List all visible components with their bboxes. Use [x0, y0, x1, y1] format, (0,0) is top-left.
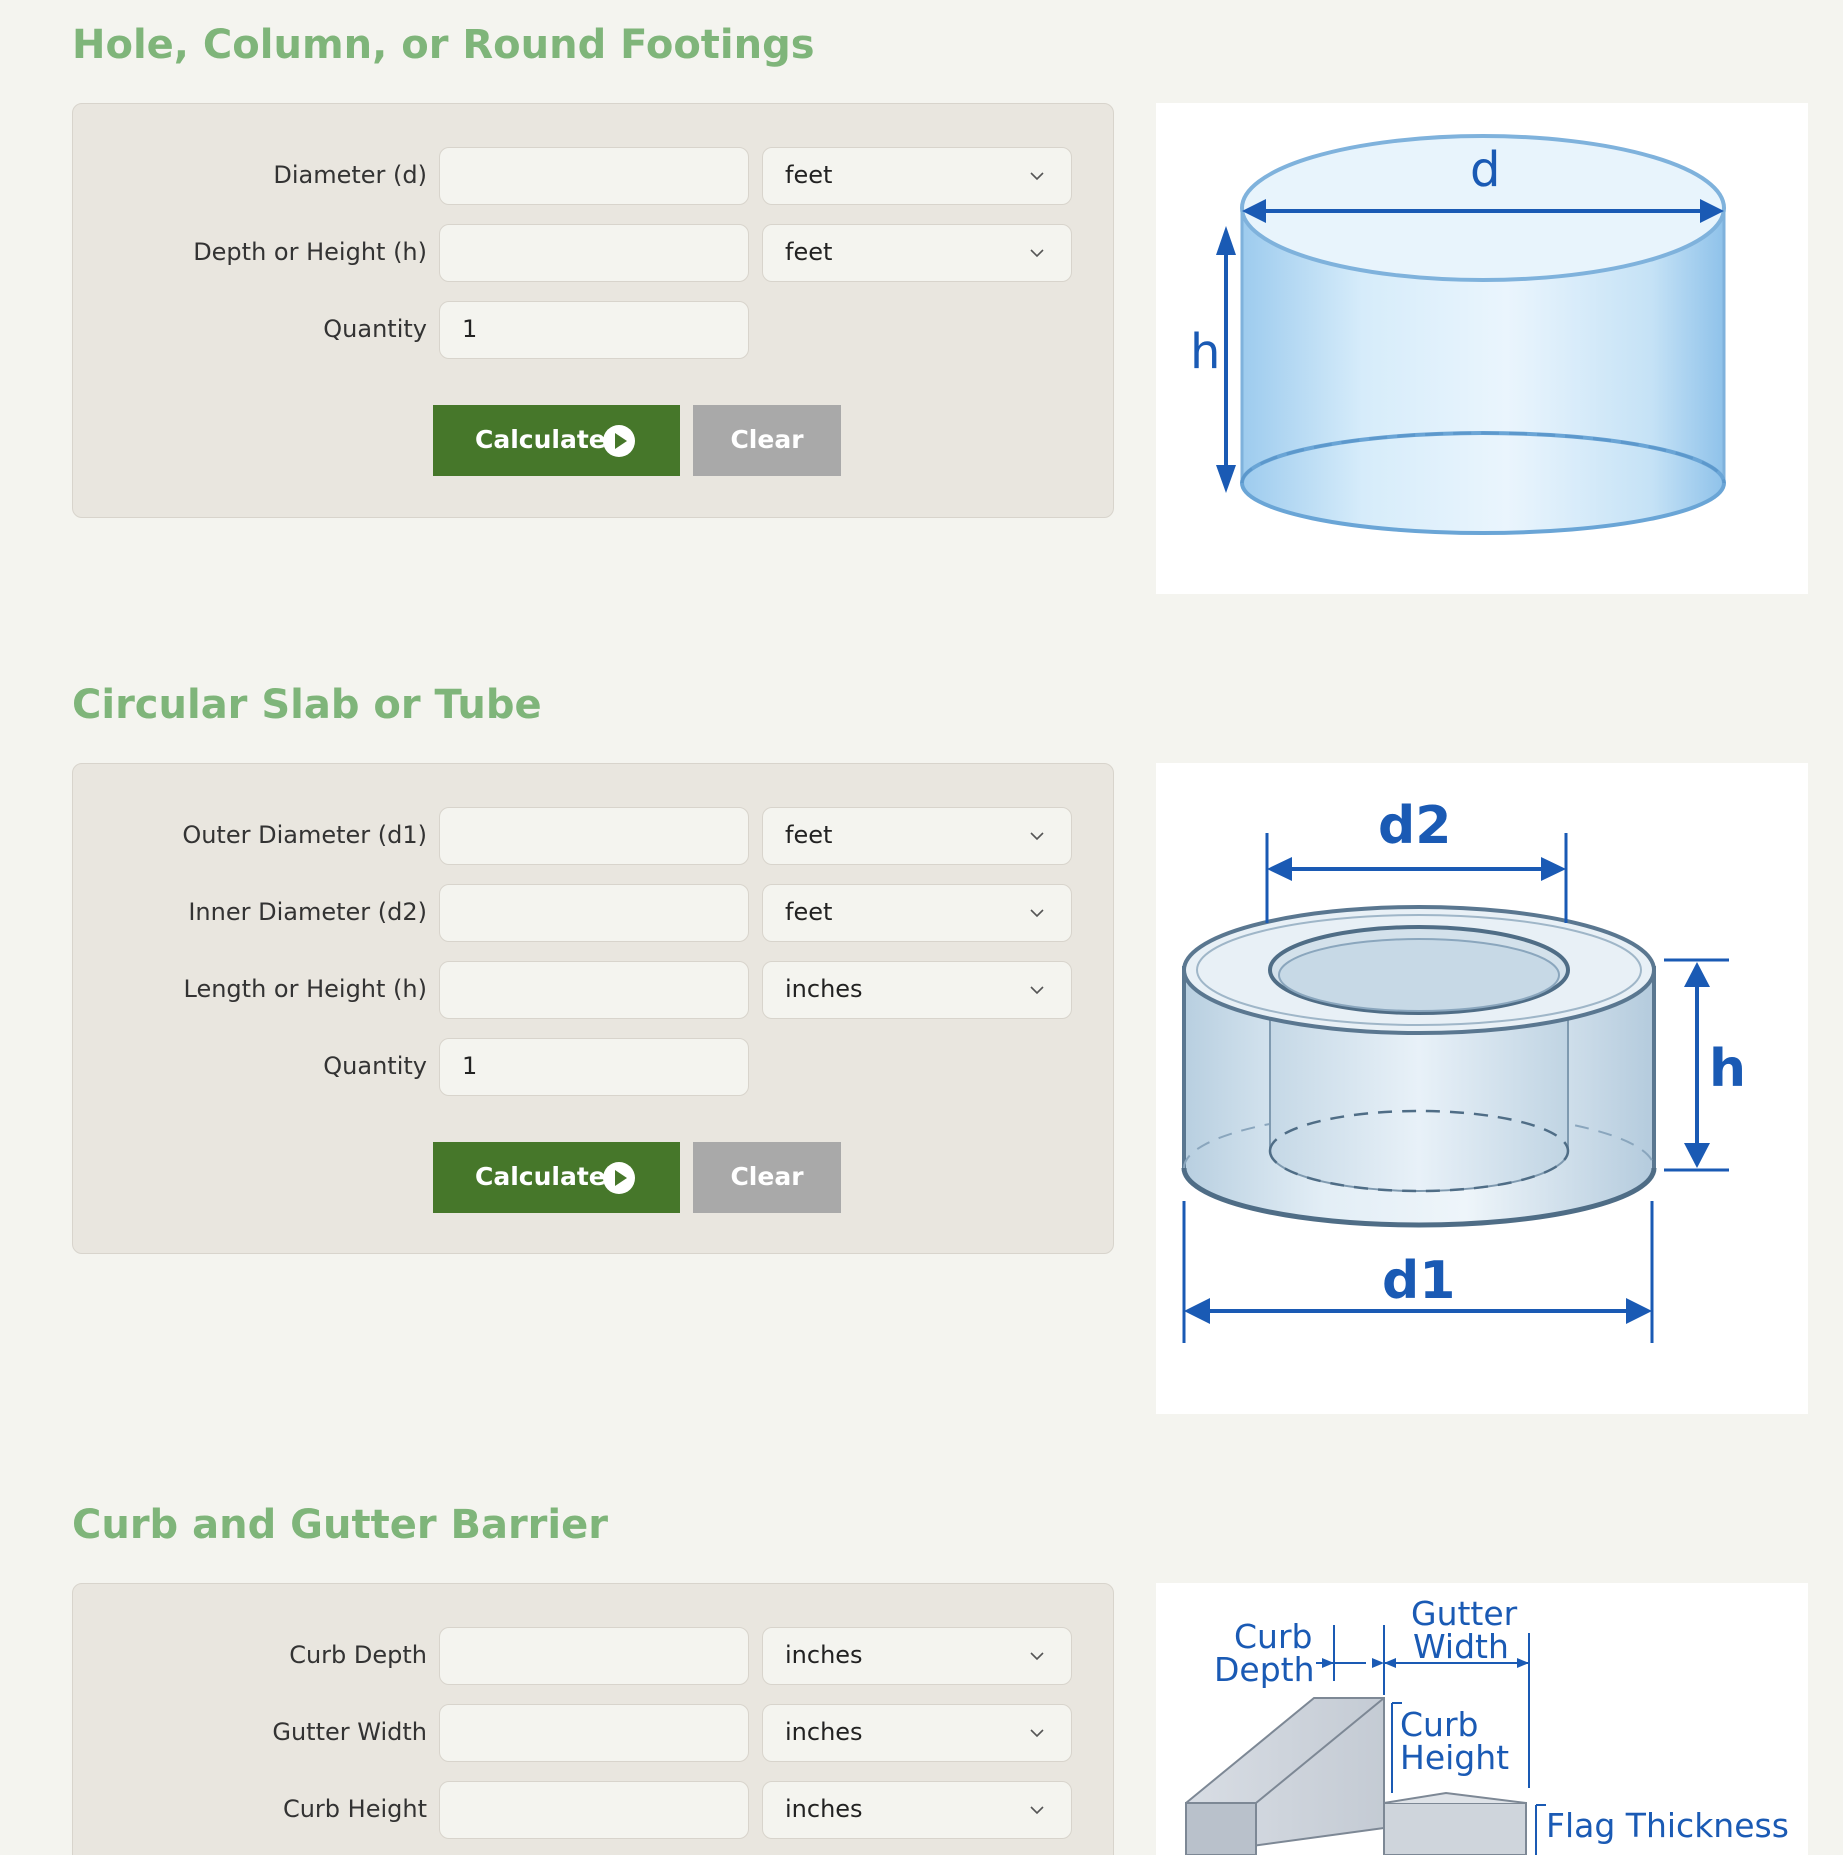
inner-diameter-row: Inner Diameter (d2) feet [73, 884, 1113, 942]
section-title-curb-gutter: Curb and Gutter Barrier [72, 1502, 608, 1548]
curb-gutter-diagram: Curb Depth Gutter Width Curb Height Flag… [1156, 1583, 1808, 1855]
curb-depth-input[interactable] [439, 1627, 749, 1685]
gutter-width-unit-value: inches [785, 1718, 863, 1746]
depth-unit-select[interactable]: feet [762, 224, 1072, 282]
curb-depth-label: Curb Depth [289, 1641, 427, 1669]
clear-button[interactable]: Clear [693, 405, 841, 476]
curb-depth-unit-select[interactable]: inches [762, 1627, 1072, 1685]
depth-label: Depth or Height (h) [193, 238, 427, 266]
curb-height-unit-value: inches [785, 1795, 863, 1823]
depth-row: Depth or Height (h) feet [73, 224, 1113, 282]
slab-quantity-input[interactable]: 1 [439, 1038, 749, 1096]
curb-height-unit-select[interactable]: inches [762, 1781, 1072, 1839]
curb-height-input[interactable] [439, 1781, 749, 1839]
inner-diameter-input[interactable] [439, 884, 749, 942]
diagram-label-gutter-width-2: Width [1413, 1627, 1509, 1666]
round-footings-form: Diameter (d) feet Depth or Height (h) fe… [72, 103, 1114, 518]
inner-diameter-label: Inner Diameter (d2) [188, 898, 427, 926]
quantity-row: Quantity 1 [73, 301, 1113, 359]
depth-unit-value: feet [785, 238, 833, 266]
gutter-width-row: Gutter Width inches [73, 1704, 1113, 1762]
outer-diameter-label: Outer Diameter (d1) [182, 821, 427, 849]
diagram-label-d: d [1470, 142, 1500, 198]
outer-diameter-input[interactable] [439, 807, 749, 865]
length-unit-value: inches [785, 975, 863, 1003]
diagram-label-flag-thickness: Flag Thickness [1546, 1806, 1789, 1845]
diagram-label-curb-height-2: Height [1400, 1738, 1509, 1777]
diameter-unit-select[interactable]: feet [762, 147, 1072, 205]
calculate-button-label: Calculate [475, 1162, 606, 1191]
clear-button[interactable]: Clear [693, 1142, 841, 1213]
chevron-down-icon [1030, 1806, 1044, 1815]
slab-quantity-label: Quantity [323, 1052, 427, 1080]
diagram-label-curb-depth-2: Depth [1214, 1650, 1315, 1689]
gutter-width-input[interactable] [439, 1704, 749, 1762]
diagram-label-d1: d1 [1382, 1251, 1455, 1311]
curb-gutter-form: Curb Depth inches Gutter Width inches Cu… [72, 1583, 1114, 1855]
length-label: Length or Height (h) [183, 975, 428, 1003]
cylinder-diagram: d h [1156, 103, 1808, 594]
tube-diagram: d2 h d1 [1156, 763, 1808, 1414]
diagram-label-h: h [1190, 324, 1220, 380]
play-icon [603, 425, 635, 457]
chevron-down-icon [1030, 1652, 1044, 1661]
outer-diameter-unit-select[interactable]: feet [762, 807, 1072, 865]
diagram-label-h: h [1709, 1039, 1746, 1099]
length-row: Length or Height (h) inches [73, 961, 1113, 1019]
outer-diameter-row: Outer Diameter (d1) feet [73, 807, 1113, 865]
calculate-button[interactable]: Calculate [433, 1142, 680, 1213]
gutter-width-unit-select[interactable]: inches [762, 1704, 1072, 1762]
calculate-button[interactable]: Calculate [433, 405, 680, 476]
diameter-unit-value: feet [785, 161, 833, 189]
section-title-round-footings: Hole, Column, or Round Footings [72, 22, 815, 68]
slab-quantity-row: Quantity 1 [73, 1038, 1113, 1096]
diameter-label: Diameter (d) [273, 161, 427, 189]
diagram-label-d2: d2 [1378, 796, 1451, 856]
gutter-width-label: Gutter Width [272, 1718, 427, 1746]
quantity-label: Quantity [323, 315, 427, 343]
chevron-down-icon [1030, 249, 1044, 258]
curb-height-row: Curb Height inches [73, 1781, 1113, 1839]
diameter-input[interactable] [439, 147, 749, 205]
length-unit-select[interactable]: inches [762, 961, 1072, 1019]
diameter-row: Diameter (d) feet [73, 147, 1113, 205]
inner-diameter-unit-value: feet [785, 898, 833, 926]
chevron-down-icon [1030, 909, 1044, 918]
curb-height-label: Curb Height [282, 1795, 427, 1823]
chevron-down-icon [1030, 986, 1044, 995]
depth-input[interactable] [439, 224, 749, 282]
calculate-button-label: Calculate [475, 425, 606, 454]
circular-slab-form: Outer Diameter (d1) feet Inner Diameter … [72, 763, 1114, 1254]
outer-diameter-unit-value: feet [785, 821, 833, 849]
chevron-down-icon [1030, 172, 1044, 181]
chevron-down-icon [1030, 832, 1044, 841]
curb-depth-row: Curb Depth inches [73, 1627, 1113, 1685]
play-icon [603, 1162, 635, 1194]
section-title-circular-slab: Circular Slab or Tube [72, 682, 542, 728]
curb-depth-unit-value: inches [785, 1641, 863, 1669]
length-input[interactable] [439, 961, 749, 1019]
inner-diameter-unit-select[interactable]: feet [762, 884, 1072, 942]
quantity-input[interactable]: 1 [439, 301, 749, 359]
chevron-down-icon [1030, 1729, 1044, 1738]
